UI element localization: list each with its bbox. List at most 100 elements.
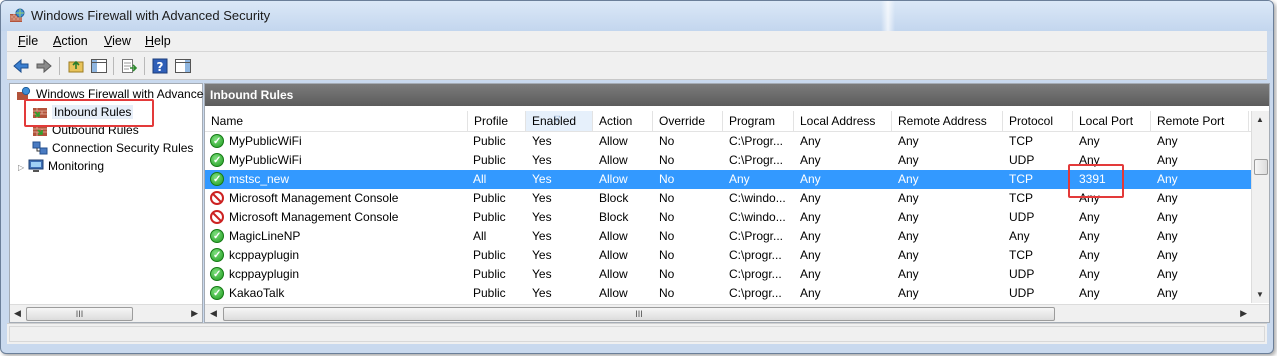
- cell-remote-address: Any: [898, 210, 919, 224]
- show-hide-action-pane-icon[interactable]: [174, 57, 192, 75]
- cell-protocol: TCP: [1009, 172, 1033, 186]
- cell-enabled: Yes: [532, 134, 552, 148]
- menu-help[interactable]: Help: [145, 34, 171, 48]
- column-header-name[interactable]: Name: [205, 111, 468, 131]
- export-list-icon[interactable]: [120, 57, 138, 75]
- scroll-thumb[interactable]: III: [26, 307, 133, 321]
- scroll-left-icon[interactable]: ◀: [210, 308, 217, 319]
- cell-enabled: Yes: [532, 210, 552, 224]
- cell-protocol: UDP: [1009, 286, 1035, 300]
- cell-remote-address: Any: [898, 191, 919, 205]
- column-header-protocol[interactable]: Protocol: [1003, 111, 1073, 131]
- cell-profile: Public: [473, 153, 506, 167]
- cell-remote-port: Any: [1157, 229, 1178, 243]
- scroll-right-icon[interactable]: ▶: [191, 308, 198, 319]
- menu-action-label: ction: [61, 34, 88, 48]
- menu-view-label: iew: [112, 34, 131, 48]
- table-row[interactable]: KakaoTalk Public Yes Allow No C:\progr... Any A…: [205, 284, 1252, 303]
- cell-protocol: Any: [1009, 229, 1030, 243]
- toolbar-separator: [113, 57, 114, 75]
- cell-local-address: Any: [800, 191, 821, 205]
- up-folder-icon[interactable]: [67, 57, 85, 75]
- cell-name: MagicLineNP: [210, 227, 468, 246]
- rule-name: KakaoTalk: [229, 286, 285, 300]
- cell-name: MyPublicWiFi: [210, 151, 468, 170]
- cell-override: No: [659, 286, 675, 300]
- table-row[interactable]: kcppayplugin Public Yes Allow No C:\progr... A…: [205, 246, 1252, 265]
- column-header-remote-address[interactable]: Remote Address: [892, 111, 1003, 131]
- cell-program: C:\progr...: [729, 286, 782, 300]
- scroll-left-icon[interactable]: ◀: [14, 308, 21, 319]
- allow-rule-icon: [210, 284, 224, 303]
- expand-arrow-icon[interactable]: ▷: [18, 163, 28, 172]
- tree-horizontal-scrollbar[interactable]: ◀ III ▶: [10, 304, 202, 322]
- back-icon[interactable]: [12, 57, 30, 75]
- tree-item-label: Connection Security Rules: [52, 141, 194, 155]
- cell-enabled: Yes: [532, 172, 552, 186]
- rules-list: MyPublicWiFi Public Yes Allow No C:\Progr... A…: [205, 132, 1252, 303]
- help-icon[interactable]: ?: [151, 57, 169, 75]
- menu-view-accelerator: V: [104, 34, 113, 48]
- column-header-local-port[interactable]: Local Port: [1073, 111, 1151, 131]
- table-row[interactable]: MyPublicWiFi Public Yes Allow No C:\Progr... A…: [205, 132, 1252, 151]
- cell-action: Allow: [599, 248, 628, 262]
- column-header-override[interactable]: Override: [653, 111, 723, 131]
- table-row[interactable]: Microsoft Management Console Public Yes Blo…: [205, 208, 1252, 227]
- column-header-action[interactable]: Action: [593, 111, 653, 131]
- tree-item-monitoring[interactable]: ▷ Monitoring: [18, 159, 104, 177]
- rule-name: MagicLineNP: [229, 229, 301, 243]
- menu-file[interactable]: File: [18, 34, 38, 48]
- pane-header: Inbound Rules: [205, 84, 1269, 106]
- column-header-local-address[interactable]: Local Address: [794, 111, 892, 131]
- vertical-scroll-thumb[interactable]: [1254, 159, 1268, 175]
- cell-enabled: Yes: [532, 191, 552, 205]
- forward-icon[interactable]: [35, 57, 53, 75]
- rules-vertical-scrollbar[interactable]: ▲ ▼: [1251, 111, 1269, 303]
- cell-action: Block: [599, 191, 629, 205]
- console-tree: Windows Firewall with Advanced Security …: [9, 83, 257, 323]
- title-shine: [881, 1, 895, 31]
- table-row[interactable]: MagicLineNP All Yes Allow No C:\Progr... Any An…: [205, 227, 1252, 246]
- cell-program: C:\Progr...: [729, 134, 784, 148]
- cell-local-port: Any: [1079, 248, 1100, 262]
- title-bar[interactable]: Windows Firewall with Advanced Security: [1, 1, 1273, 31]
- allow-rule-icon: [210, 170, 224, 189]
- table-row[interactable]: kcppayplugin Public Yes Allow No C:\progr... A…: [205, 265, 1252, 284]
- scroll-down-icon[interactable]: ▼: [1256, 290, 1264, 299]
- sort-arrow-icon: ▽: [554, 114, 561, 123]
- cell-override: No: [659, 134, 675, 148]
- menu-action[interactable]: Action: [53, 34, 88, 48]
- scroll-grip: III: [75, 309, 84, 319]
- allow-rule-icon: [210, 151, 224, 170]
- show-hide-console-tree-icon[interactable]: [90, 57, 108, 75]
- column-header-enabled[interactable]: ▽ Enabled: [526, 111, 593, 131]
- rules-horizontal-scrollbar[interactable]: ◀ III ▶: [205, 304, 1269, 322]
- cell-action: Allow: [599, 267, 628, 281]
- toolbar-separator: [59, 57, 60, 75]
- scroll-up-icon[interactable]: ▲: [1256, 115, 1264, 124]
- cell-name: Microsoft Management Console: [210, 189, 468, 208]
- column-header-profile[interactable]: Profile: [468, 111, 526, 131]
- column-header-program[interactable]: Program: [723, 111, 794, 131]
- cell-local-address: Any: [800, 229, 821, 243]
- allow-rule-icon: [210, 132, 224, 151]
- cell-program: C:\windo...: [729, 210, 786, 224]
- cell-enabled: Yes: [532, 267, 552, 281]
- cell-remote-address: Any: [898, 229, 919, 243]
- firewall-window: Windows Firewall with Advanced Security …: [0, 0, 1274, 354]
- cell-protocol: TCP: [1009, 191, 1033, 205]
- menu-view[interactable]: View: [104, 34, 131, 48]
- connection-security-icon: [32, 141, 48, 155]
- window-title: Windows Firewall with Advanced Security: [31, 8, 271, 23]
- cell-protocol: UDP: [1009, 210, 1035, 224]
- scroll-thumb[interactable]: III: [223, 307, 1055, 321]
- scroll-right-icon[interactable]: ▶: [1240, 308, 1247, 319]
- menu-file-accelerator: F: [18, 34, 26, 48]
- column-header-remote-port[interactable]: Remote Port: [1151, 111, 1249, 131]
- cell-local-address: Any: [800, 286, 821, 300]
- cell-program: Any: [729, 172, 750, 186]
- cell-profile: All: [473, 229, 487, 243]
- tree-item-connection-security-rules[interactable]: Connection Security Rules: [32, 141, 193, 159]
- cell-profile: Public: [473, 267, 506, 281]
- cell-override: No: [659, 229, 675, 243]
